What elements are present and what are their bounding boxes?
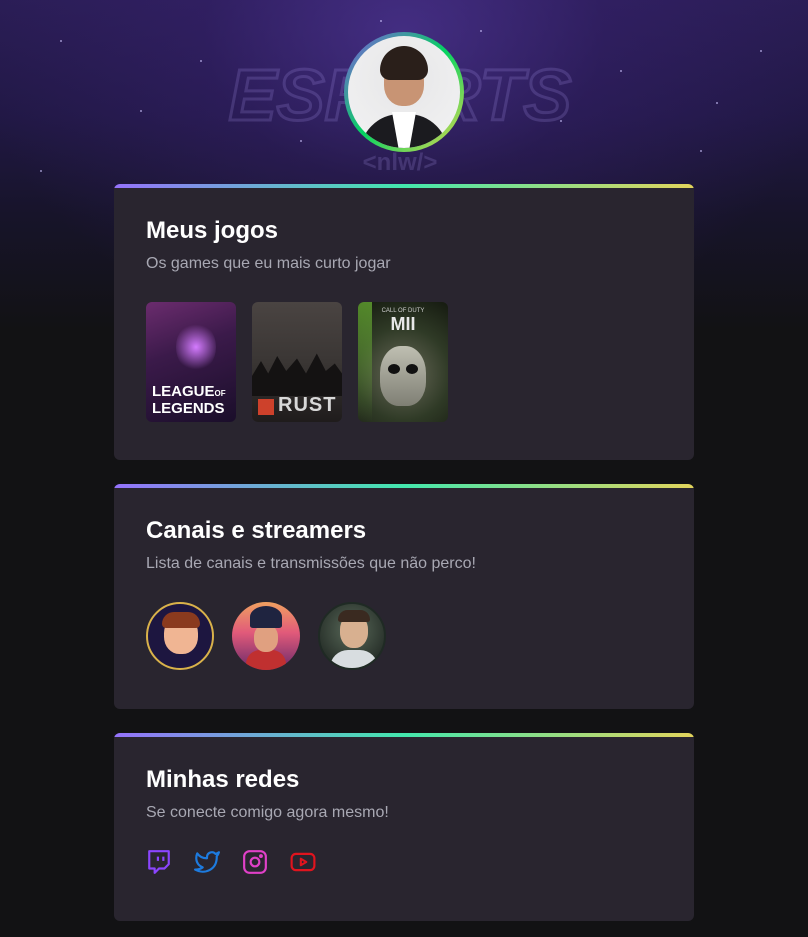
game-lol-label: LEAGUEOF LEGENDS — [152, 383, 226, 417]
game-rust[interactable]: RUST — [252, 302, 342, 422]
game-league-of-legends[interactable]: LEAGUEOF LEGENDS — [146, 302, 236, 422]
youtube-icon — [290, 852, 316, 872]
streamers-card: Canais e streamers Lista de canais e tra… — [114, 484, 694, 709]
games-card-title: Meus jogos — [146, 217, 279, 244]
streamers-card-subtitle: Lista de canais e transmissões que não p… — [146, 555, 476, 572]
twitter-link[interactable] — [194, 849, 220, 875]
streamer-avatar-3[interactable] — [318, 602, 386, 670]
socials-card-subtitle: Se conecte comigo agora mesmo! — [146, 804, 389, 821]
games-card: Meus jogos Os games que eu mais curto jo… — [114, 184, 694, 460]
game-mw-label: MII — [390, 314, 416, 334]
svg-text:<nlw/>: <nlw/> — [363, 149, 438, 176]
streamer-avatar-1[interactable] — [146, 602, 214, 670]
rust-logo-icon — [258, 399, 274, 415]
game-rust-label: RUST — [278, 394, 337, 416]
socials-card-title: Minhas redes — [146, 766, 300, 793]
games-card-subtitle: Os games que eu mais curto jogar — [146, 255, 391, 272]
streamer-avatar-2[interactable] — [232, 602, 300, 670]
instagram-icon — [243, 850, 267, 874]
twitch-link[interactable] — [146, 849, 172, 875]
youtube-link[interactable] — [290, 849, 316, 875]
socials-card: Minhas redes Se conecte comigo agora mes… — [114, 733, 694, 921]
streamers-list — [146, 602, 662, 670]
streamers-card-title: Canais e streamers — [146, 517, 367, 544]
profile-photo — [348, 36, 460, 148]
instagram-link[interactable] — [242, 849, 268, 875]
twitch-icon — [148, 850, 170, 874]
game-call-of-duty-mw2[interactable]: CALL OF DUTY MII — [358, 302, 448, 422]
games-list: LEAGUEOF LEGENDS RUST CALL OF DUTY MII — [146, 302, 662, 422]
profile-avatar — [344, 32, 464, 152]
twitter-icon — [194, 851, 220, 873]
socials-list — [146, 849, 662, 875]
